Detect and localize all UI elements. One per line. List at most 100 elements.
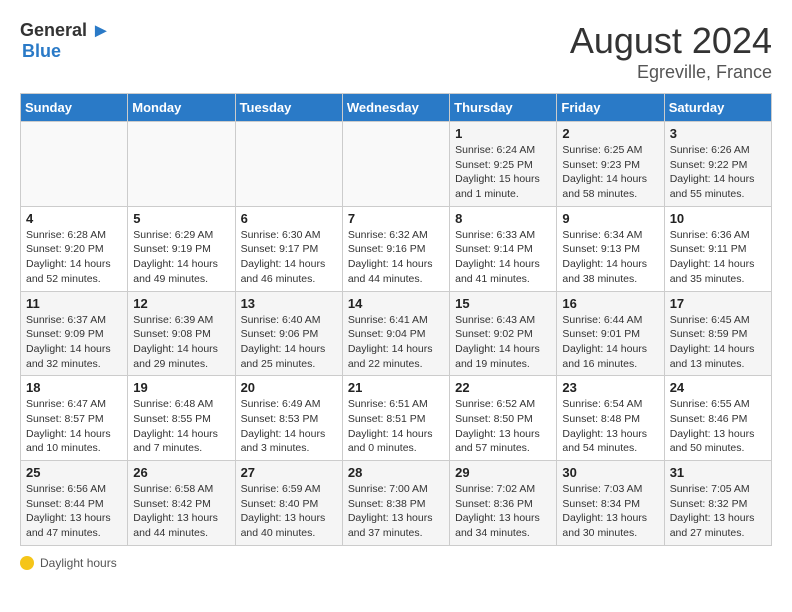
day-number: 1 — [455, 126, 551, 141]
page-header: General ► Blue August 2024 Egreville, Fr… — [20, 20, 772, 83]
day-info: Sunrise: 7:05 AM Sunset: 8:32 PM Dayligh… — [670, 482, 766, 541]
day-number: 28 — [348, 465, 444, 480]
day-info: Sunrise: 7:00 AM Sunset: 8:38 PM Dayligh… — [348, 482, 444, 541]
day-number: 3 — [670, 126, 766, 141]
calendar-cell: 23Sunrise: 6:54 AM Sunset: 8:48 PM Dayli… — [557, 376, 664, 461]
calendar-cell: 30 Sunrise: 7:03 AM Sunset: 8:34 PM Dayli… — [557, 461, 664, 546]
calendar-cell: 9Sunrise: 6:34 AM Sunset: 9:13 PM Daylig… — [557, 206, 664, 291]
calendar-cell: 22 Sunrise: 6:52 AM Sunset: 8:50 PM Dayli… — [450, 376, 557, 461]
day-number: 31 — [670, 465, 766, 480]
logo-bird-icon: ► — [91, 20, 111, 42]
day-info: Sunrise: 6:55 AM Sunset: 8:46 PM Dayligh… — [670, 397, 766, 456]
header-wednesday: Wednesday — [342, 94, 449, 122]
day-info: Sunrise: 6:34 AM Sunset: 9:13 PM Dayligh… — [562, 228, 658, 287]
day-info: Sunrise: 6:47 AM Sunset: 8:57 PM Dayligh… — [26, 397, 122, 456]
day-number: 2 — [562, 126, 658, 141]
header-tuesday: Tuesday — [235, 94, 342, 122]
day-number: 12 — [133, 296, 229, 311]
calendar-cell: 7 Sunrise: 6:32 AM Sunset: 9:16 PM Daylig… — [342, 206, 449, 291]
day-number: 24 — [670, 380, 766, 395]
calendar-cell: 4 Sunrise: 6:28 AM Sunset: 9:20 PM Daylig… — [21, 206, 128, 291]
calendar-cell: 6Sunrise: 6:30 AM Sunset: 9:17 PM Daylig… — [235, 206, 342, 291]
calendar-cell: 2 Sunrise: 6:25 AM Sunset: 9:23 PM Daylig… — [557, 122, 664, 207]
day-info: Sunrise: 6:44 AM Sunset: 9:01 PM Dayligh… — [562, 313, 658, 372]
day-info: Sunrise: 6:33 AM Sunset: 9:14 PM Dayligh… — [455, 228, 551, 287]
day-info: Sunrise: 6:49 AM Sunset: 8:53 PM Dayligh… — [241, 397, 337, 456]
month-title: August 2024 — [570, 20, 772, 62]
day-number: 15 — [455, 296, 551, 311]
day-number: 26 — [133, 465, 229, 480]
calendar-cell — [235, 122, 342, 207]
calendar-cell — [342, 122, 449, 207]
calendar-cell: 26 Sunrise: 6:58 AM Sunset: 8:42 PM Dayli… — [128, 461, 235, 546]
calendar-cell: 27 Sunrise: 6:59 AM Sunset: 8:40 PM Dayli… — [235, 461, 342, 546]
day-number: 16 — [562, 296, 658, 311]
header-monday: Monday — [128, 94, 235, 122]
calendar-cell: 24 Sunrise: 6:55 AM Sunset: 8:46 PM Dayli… — [664, 376, 771, 461]
calendar-cell — [21, 122, 128, 207]
week-row-2: 4 Sunrise: 6:28 AM Sunset: 9:20 PM Daylig… — [21, 206, 772, 291]
day-info: Sunrise: 6:26 AM Sunset: 9:22 PM Dayligh… — [670, 143, 766, 202]
day-info: Sunrise: 6:52 AM Sunset: 8:50 PM Dayligh… — [455, 397, 551, 456]
calendar-cell: 11Sunrise: 6:37 AM Sunset: 9:09 PM Dayli… — [21, 291, 128, 376]
calendar-cell: 10Sunrise: 6:36 AM Sunset: 9:11 PM Dayli… — [664, 206, 771, 291]
day-info: Sunrise: 6:36 AM Sunset: 9:11 PM Dayligh… — [670, 228, 766, 287]
calendar-cell: 5 Sunrise: 6:29 AM Sunset: 9:19 PM Daylig… — [128, 206, 235, 291]
header-friday: Friday — [557, 94, 664, 122]
calendar-cell: 31 Sunrise: 7:05 AM Sunset: 8:32 PM Dayli… — [664, 461, 771, 546]
day-info: Sunrise: 6:45 AM Sunset: 8:59 PM Dayligh… — [670, 313, 766, 372]
calendar-cell: 3 Sunrise: 6:26 AM Sunset: 9:22 PM Daylig… — [664, 122, 771, 207]
day-info: Sunrise: 6:25 AM Sunset: 9:23 PM Dayligh… — [562, 143, 658, 202]
logo-text-general: General — [20, 21, 87, 41]
day-info: Sunrise: 6:28 AM Sunset: 9:20 PM Dayligh… — [26, 228, 122, 287]
calendar-cell: 16 Sunrise: 6:44 AM Sunset: 9:01 PM Dayli… — [557, 291, 664, 376]
day-info: Sunrise: 6:59 AM Sunset: 8:40 PM Dayligh… — [241, 482, 337, 541]
day-info: Sunrise: 6:40 AM Sunset: 9:06 PM Dayligh… — [241, 313, 337, 372]
day-info: Sunrise: 6:24 AM Sunset: 9:25 PM Dayligh… — [455, 143, 551, 202]
day-number: 27 — [241, 465, 337, 480]
calendar-cell: 12 Sunrise: 6:39 AM Sunset: 9:08 PM Dayli… — [128, 291, 235, 376]
day-number: 30 — [562, 465, 658, 480]
calendar-cell: 25 Sunrise: 6:56 AM Sunset: 8:44 PM Dayli… — [21, 461, 128, 546]
location-title: Egreville, France — [570, 62, 772, 83]
day-info: Sunrise: 7:03 AM Sunset: 8:34 PM Dayligh… — [562, 482, 658, 541]
day-number: 11 — [26, 296, 122, 311]
day-info: Sunrise: 6:43 AM Sunset: 9:02 PM Dayligh… — [455, 313, 551, 372]
calendar-cell: 1 Sunrise: 6:24 AM Sunset: 9:25 PM Daylig… — [450, 122, 557, 207]
daylight-icon — [20, 556, 34, 570]
calendar-cell — [128, 122, 235, 207]
calendar-cell: 8 Sunrise: 6:33 AM Sunset: 9:14 PM Daylig… — [450, 206, 557, 291]
calendar-cell: 21 Sunrise: 6:51 AM Sunset: 8:51 PM Dayli… — [342, 376, 449, 461]
calendar-cell: 29Sunrise: 7:02 AM Sunset: 8:36 PM Dayli… — [450, 461, 557, 546]
day-info: Sunrise: 6:29 AM Sunset: 9:19 PM Dayligh… — [133, 228, 229, 287]
day-info: Sunrise: 6:58 AM Sunset: 8:42 PM Dayligh… — [133, 482, 229, 541]
day-number: 17 — [670, 296, 766, 311]
day-number: 22 — [455, 380, 551, 395]
day-number: 20 — [241, 380, 337, 395]
day-number: 25 — [26, 465, 122, 480]
day-number: 13 — [241, 296, 337, 311]
day-info: Sunrise: 6:48 AM Sunset: 8:55 PM Dayligh… — [133, 397, 229, 456]
day-number: 4 — [26, 211, 122, 226]
calendar-cell: 18Sunrise: 6:47 AM Sunset: 8:57 PM Dayli… — [21, 376, 128, 461]
day-info: Sunrise: 6:41 AM Sunset: 9:04 PM Dayligh… — [348, 313, 444, 372]
day-info: Sunrise: 6:54 AM Sunset: 8:48 PM Dayligh… — [562, 397, 658, 456]
day-number: 19 — [133, 380, 229, 395]
day-number: 5 — [133, 211, 229, 226]
day-number: 14 — [348, 296, 444, 311]
day-number: 8 — [455, 211, 551, 226]
footer: Daylight hours — [20, 556, 772, 570]
calendar-table: SundayMondayTuesdayWednesdayThursdayFrid… — [20, 93, 772, 546]
day-info: Sunrise: 6:56 AM Sunset: 8:44 PM Dayligh… — [26, 482, 122, 541]
day-info: Sunrise: 6:51 AM Sunset: 8:51 PM Dayligh… — [348, 397, 444, 456]
day-info: Sunrise: 7:02 AM Sunset: 8:36 PM Dayligh… — [455, 482, 551, 541]
calendar-cell: 28 Sunrise: 7:00 AM Sunset: 8:38 PM Dayli… — [342, 461, 449, 546]
day-number: 7 — [348, 211, 444, 226]
week-row-5: 25 Sunrise: 6:56 AM Sunset: 8:44 PM Dayli… — [21, 461, 772, 546]
calendar-cell: 13 Sunrise: 6:40 AM Sunset: 9:06 PM Dayli… — [235, 291, 342, 376]
day-number: 21 — [348, 380, 444, 395]
calendar-header-row: SundayMondayTuesdayWednesdayThursdayFrid… — [21, 94, 772, 122]
day-info: Sunrise: 6:32 AM Sunset: 9:16 PM Dayligh… — [348, 228, 444, 287]
day-info: Sunrise: 6:39 AM Sunset: 9:08 PM Dayligh… — [133, 313, 229, 372]
calendar-cell: 14 Sunrise: 6:41 AM Sunset: 9:04 PM Dayli… — [342, 291, 449, 376]
